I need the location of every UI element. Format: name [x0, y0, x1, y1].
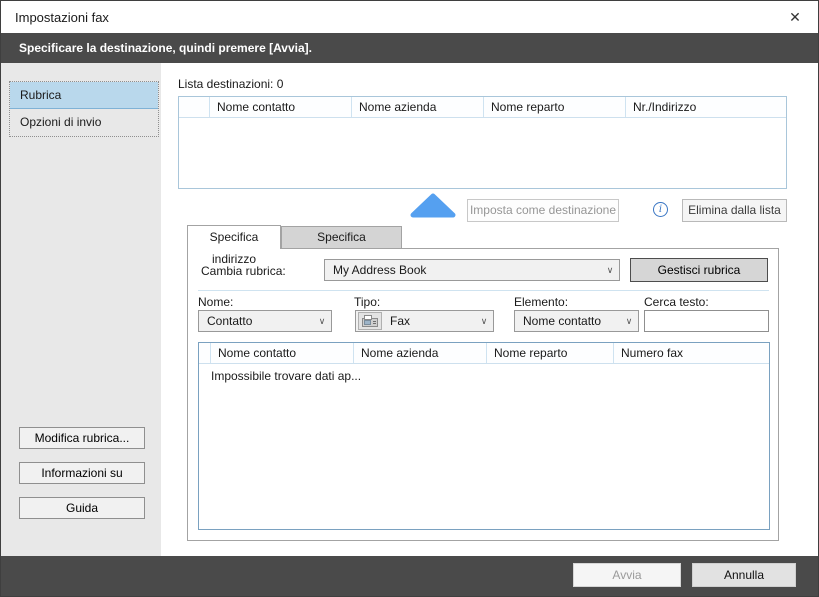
tab-specifica-destinazione[interactable]: Specifica destinazione — [281, 226, 402, 249]
name-select[interactable]: Contatto ∨ — [198, 310, 332, 332]
column-header-nr-indirizzo: Nr./Indirizzo — [626, 97, 786, 117]
address-tab-panel: Cambia rubrica: My Address Book ∨ Gestis… — [187, 248, 779, 541]
sidebar-nav: Rubrica Opzioni di invio — [9, 81, 159, 137]
up-arrow-icon — [409, 193, 457, 219]
column-header-numero-fax: Numero fax — [614, 343, 769, 363]
chevron-down-icon: ∨ — [620, 316, 638, 327]
window-title: Impostazioni fax — [15, 10, 109, 25]
sidebar-item-rubrica[interactable]: Rubrica — [10, 82, 158, 109]
fax-settings-dialog: Impostazioni fax ✕ Specificare la destin… — [0, 0, 819, 597]
address-book-select-value: My Address Book — [325, 263, 601, 277]
about-button[interactable]: Informazioni su — [19, 462, 145, 484]
close-icon[interactable]: ✕ — [782, 6, 808, 28]
column-header-nome-azienda: Nome azienda — [354, 343, 487, 363]
type-select[interactable]: Fax ∨ — [355, 310, 494, 332]
name-select-value: Contatto — [199, 314, 313, 328]
column-header-nome-contatto: Nome contatto — [210, 97, 352, 117]
instruction-bar: Specificare la destinazione, quindi prem… — [1, 33, 818, 63]
sidebar-item-opzioni-di-invio[interactable]: Opzioni di invio — [10, 109, 158, 136]
results-table-header: Nome contatto Nome azienda Nome reparto … — [199, 343, 769, 364]
column-header-nome-reparto: Nome reparto — [484, 97, 626, 117]
tab-specifica-indirizzo[interactable]: Specifica indirizzo — [187, 225, 281, 249]
cancel-button[interactable]: Annulla — [692, 563, 796, 587]
element-label: Elemento: — [514, 295, 568, 309]
chevron-down-icon: ∨ — [313, 316, 331, 327]
start-button[interactable]: Avvia — [573, 563, 681, 587]
title-bar: Impostazioni fax ✕ — [1, 1, 818, 33]
sidebar-item-label: Rubrica — [20, 88, 61, 102]
search-text-label: Cerca testo: — [644, 295, 709, 309]
destination-list-table[interactable]: Nome contatto Nome azienda Nome reparto … — [178, 96, 787, 189]
footer-bar: Avvia Annulla — [1, 556, 818, 597]
column-header-nome-azienda: Nome azienda — [352, 97, 484, 117]
column-header-nome-contatto: Nome contatto — [211, 343, 354, 363]
column-header-nome-reparto: Nome reparto — [487, 343, 614, 363]
manage-book-button[interactable]: Gestisci rubrica — [630, 258, 768, 282]
fax-icon — [358, 312, 382, 330]
element-select-value: Nome contatto — [515, 314, 620, 328]
type-select-value: Fax — [382, 314, 475, 328]
instruction-text: Specificare la destinazione, quindi prem… — [19, 41, 312, 55]
chevron-down-icon: ∨ — [601, 265, 619, 276]
results-table[interactable]: Nome contatto Nome azienda Nome reparto … — [198, 342, 770, 530]
sidebar-item-label: Opzioni di invio — [20, 115, 101, 129]
address-book-select[interactable]: My Address Book ∨ — [324, 259, 620, 281]
chevron-down-icon: ∨ — [475, 316, 493, 327]
search-text-input[interactable] — [644, 310, 769, 332]
results-empty-message: Impossibile trovare dati ap... — [211, 369, 361, 383]
destination-list-label: Lista destinazioni: 0 — [178, 77, 283, 91]
main-content: Lista destinazioni: 0 Nome contatto Nome… — [161, 63, 819, 556]
set-as-destination-button[interactable]: Imposta come destinazione — [467, 199, 619, 222]
delete-from-list-button[interactable]: Elimina dalla lista — [682, 199, 787, 222]
name-label: Nome: — [198, 295, 233, 309]
separator-line — [198, 290, 769, 291]
type-label: Tipo: — [354, 295, 380, 309]
destination-table-header: Nome contatto Nome azienda Nome reparto … — [179, 97, 786, 118]
column-header-empty — [179, 97, 210, 117]
element-select[interactable]: Nome contatto ∨ — [514, 310, 639, 332]
edit-address-book-button[interactable]: Modifica rubrica... — [19, 427, 145, 449]
sidebar: Rubrica Opzioni di invio Modifica rubric… — [1, 63, 161, 556]
column-header-empty — [199, 343, 211, 363]
info-icon[interactable]: i — [653, 202, 668, 217]
help-button[interactable]: Guida — [19, 497, 145, 519]
